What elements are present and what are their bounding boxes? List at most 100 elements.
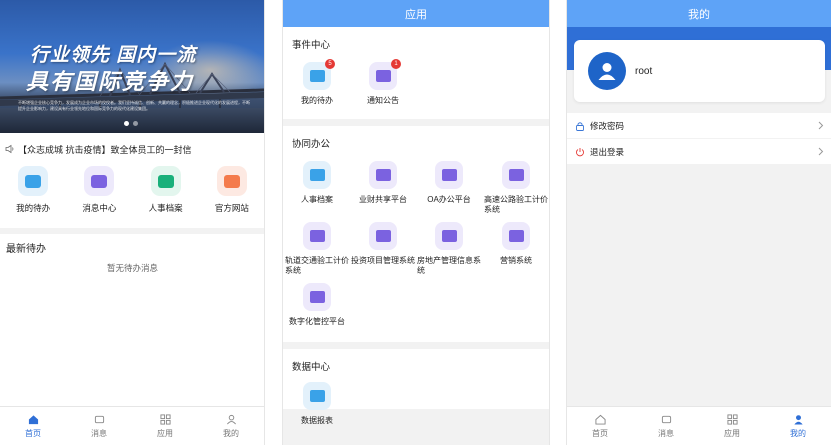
tab-home[interactable]: 首页 (567, 407, 633, 445)
notice-text: 【众志成城 抗击疫情】致全体员工的一封信 (18, 144, 192, 155)
app-label: 营销系统 (500, 256, 532, 265)
home-screen: 行业领先 国内一流 具有国际竞争力 不断增强企业核心竞争力，发展成为企业市场的佼… (0, 0, 265, 445)
notice-bar[interactable]: 【众志成城 抗击疫情】致全体员工的一封信 (0, 139, 264, 159)
apps-navbar: 应用 (283, 0, 549, 27)
home-icon (594, 414, 606, 425)
chevron-right-icon (818, 121, 824, 130)
data-title: 数据中心 (292, 362, 331, 373)
app-label: 人事档案 (301, 195, 333, 204)
tab-label: 我的 (790, 428, 806, 438)
mine-screen: 我的 root 修改密码 退出登录 首页 消息 应用 我的 (566, 0, 831, 445)
banner-fine-print: 不断增强企业核心竞争力，发展成为企业市场的佼佼者。我们坚持诚信、创新、共赢的理念… (18, 100, 250, 111)
quick-website[interactable]: 官方网站 (199, 166, 264, 214)
message-icon (661, 415, 671, 423)
app-real-estate[interactable]: 房地产管理信息系统 (416, 222, 482, 276)
tab-label: 首页 (25, 428, 41, 438)
todo-empty-text: 暂无待办消息 (106, 263, 158, 273)
tab-bar: 首页 消息 应用 我的 (0, 406, 264, 445)
website-icon (216, 166, 247, 196)
tab-mine[interactable]: 我的 (198, 407, 264, 445)
quick-hr-files[interactable]: 人事档案 (133, 166, 199, 214)
grid-icon (726, 413, 738, 425)
tab-messages[interactable]: 消息 (66, 407, 132, 445)
quick-messages[interactable]: 消息中心 (66, 166, 132, 214)
quick-todo[interactable]: 我的待办 (0, 166, 66, 214)
real-estate-icon (435, 222, 463, 250)
todo-icon: 5 (303, 59, 335, 90)
home-icon (28, 414, 38, 424)
grid-icon (159, 413, 171, 425)
quick-actions: 我的待办 消息中心 人事档案 官方网站 (0, 166, 264, 214)
notice-icon: 1 (369, 59, 401, 90)
app-label: 高速公路验工计价系统 (484, 195, 548, 214)
app-oa[interactable]: OA办公平台 (416, 161, 482, 205)
profile-card[interactable]: root (574, 40, 825, 102)
app-data-report[interactable]: 数据报表 (284, 382, 350, 426)
tab-apps[interactable]: 应用 (699, 407, 765, 445)
todo-badge: 5 (325, 59, 335, 69)
banner-title-2: 具有国际竞争力 (26, 69, 195, 94)
tab-label: 应用 (724, 428, 740, 438)
tab-messages[interactable]: 消息 (633, 407, 699, 445)
app-label: 轨道交通验工计价系统 (285, 256, 349, 275)
lock-icon (576, 121, 584, 131)
user-icon (226, 414, 236, 424)
app-label: 通知公告 (367, 96, 399, 105)
tab-label: 首页 (592, 428, 608, 438)
tab-label: 消息 (658, 428, 674, 438)
tab-mine[interactable]: 我的 (765, 407, 831, 445)
app-label: 数字化管控平台 (289, 317, 345, 326)
app-finance[interactable]: 业财共享平台 (350, 161, 416, 205)
user-icon (793, 414, 803, 425)
user-avatar-icon (598, 63, 616, 80)
app-notices[interactable]: 1 通知公告 (350, 59, 416, 106)
logout-row[interactable]: 退出登录 (567, 139, 831, 164)
power-icon (576, 147, 584, 156)
tab-bar: 首页 消息 应用 我的 (567, 406, 831, 445)
app-marketing[interactable]: 营销系统 (483, 222, 549, 266)
app-investment[interactable]: 投资项目管理系统 (350, 222, 416, 266)
tab-label: 我的 (223, 428, 239, 438)
banner-dot[interactable] (133, 121, 138, 126)
banner-pagination[interactable] (124, 121, 138, 126)
tab-apps[interactable]: 应用 (132, 407, 198, 445)
menu-label: 退出登录 (590, 146, 625, 157)
office-card: 协同办公 人事档案 业财共享平台 OA办公平台 高速公路验工计价系统 轨道交通验… (283, 126, 549, 342)
quick-label: 官方网站 (214, 203, 249, 213)
app-label: 我的待办 (301, 96, 333, 105)
investment-icon (369, 222, 397, 250)
office-title: 协同办公 (292, 139, 331, 150)
change-password-row[interactable]: 修改密码 (567, 113, 831, 138)
apps-screen: 应用 事件中心 5 我的待办 1 通知公告 协同办公 人事档案 业财共享平台 O… (282, 0, 550, 445)
app-label: OA办公平台 (427, 195, 471, 204)
app-label: 业财共享平台 (359, 195, 407, 204)
banner-dot-active[interactable] (124, 121, 129, 126)
app-rail[interactable]: 轨道交通验工计价系统 (284, 222, 350, 276)
todo-icon (18, 166, 49, 196)
quick-label: 人事档案 (148, 203, 183, 213)
notice-badge: 1 (391, 59, 401, 69)
quick-label: 消息中心 (82, 203, 117, 213)
app-digital-control[interactable]: 数字化管控平台 (284, 283, 350, 327)
app-my-todo[interactable]: 5 我的待办 (284, 59, 350, 106)
app-label: 投资项目管理系统 (351, 256, 415, 265)
home-banner[interactable]: 行业领先 国内一流 具有国际竞争力 不断增强企业核心竞争力，发展成为企业市场的佼… (0, 0, 264, 133)
mine-title: 我的 (688, 8, 710, 21)
rail-icon (303, 222, 331, 250)
edit-icon (150, 166, 181, 196)
message-icon (94, 415, 104, 423)
oa-icon (435, 161, 463, 189)
mine-navbar: 我的 (567, 0, 831, 27)
tab-label: 消息 (91, 428, 107, 438)
banner-title-1: 行业领先 国内一流 (30, 45, 197, 66)
apps-title: 应用 (405, 8, 427, 21)
avatar (588, 52, 626, 90)
app-highway[interactable]: 高速公路验工计价系统 (483, 161, 549, 215)
app-hr-files[interactable]: 人事档案 (284, 161, 350, 205)
divider (0, 228, 264, 234)
tab-home[interactable]: 首页 (0, 407, 66, 445)
app-label: 房地产管理信息系统 (417, 256, 481, 275)
report-icon (303, 382, 331, 410)
highway-icon (502, 161, 530, 189)
events-title: 事件中心 (292, 40, 331, 51)
